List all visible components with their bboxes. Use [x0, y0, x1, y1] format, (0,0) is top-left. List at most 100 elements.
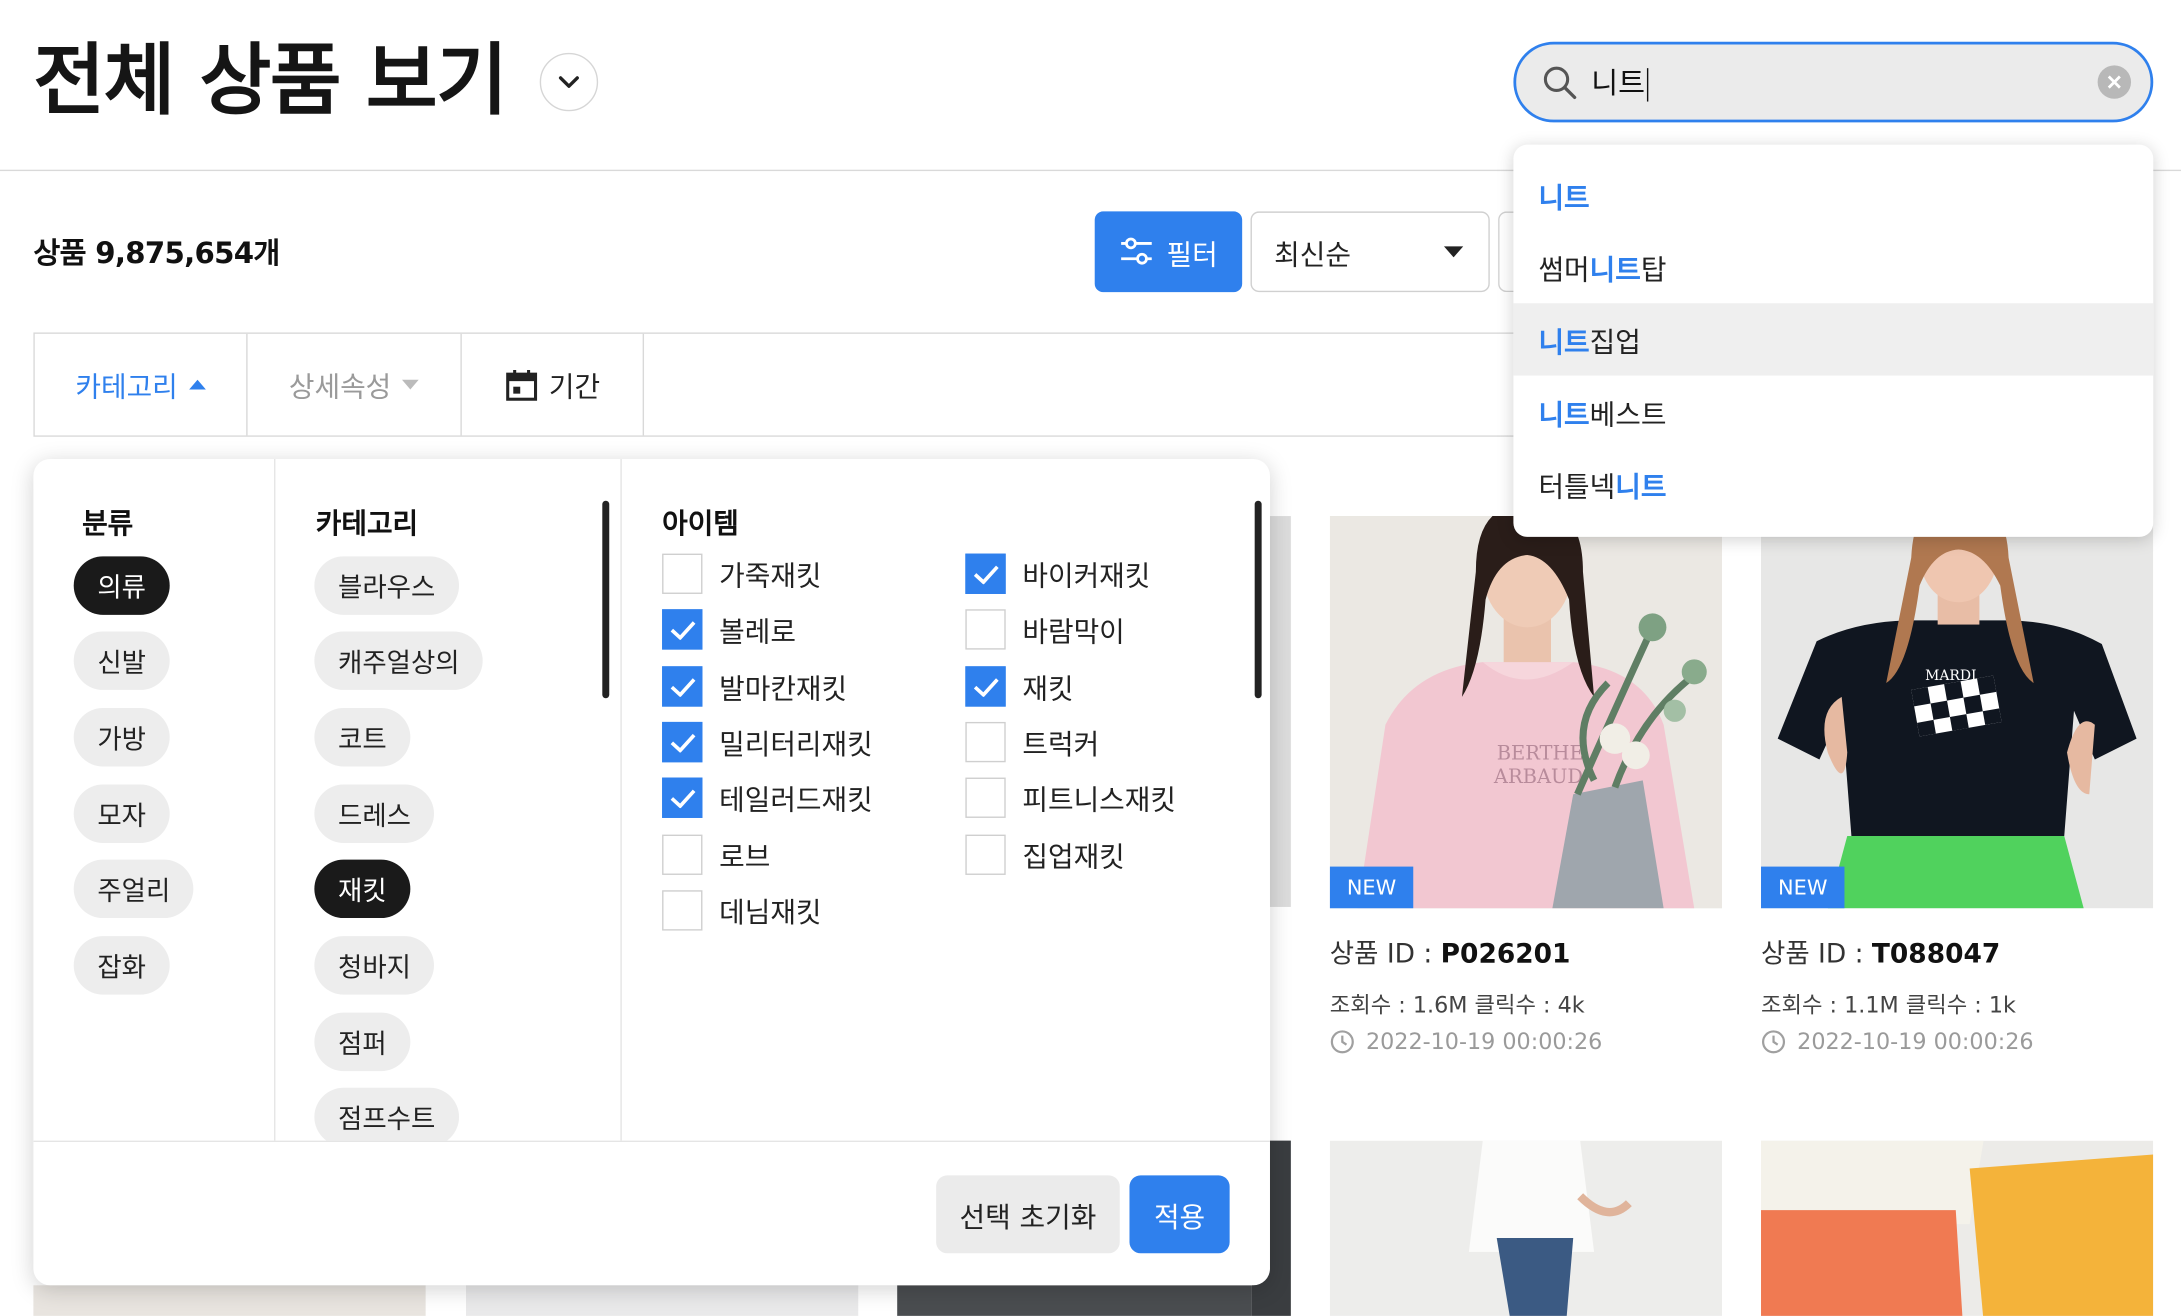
- category-chip[interactable]: 블라우스: [314, 556, 459, 615]
- checkbox-box-checked[interactable]: [662, 666, 703, 707]
- suggestion-item[interactable]: 터틀넥 니트: [1513, 448, 2153, 520]
- class-chip-hats[interactable]: 모자: [73, 784, 170, 843]
- class-chip-jewelry[interactable]: 주얼리: [73, 859, 194, 919]
- category-chip[interactable]: 점프수트: [314, 1087, 459, 1141]
- filter-tabs: 카테고리 상세속성 기간: [33, 332, 1606, 437]
- class-chip-misc[interactable]: 잡화: [73, 936, 170, 995]
- item-label: 집업재킷: [1022, 840, 1125, 874]
- suggestion-item[interactable]: 니트 베스트: [1513, 376, 2153, 448]
- item-checkbox[interactable]: 트럭커: [965, 721, 1100, 763]
- tab-detail-label: 상세속성: [288, 370, 392, 404]
- search-icon: [1543, 66, 1577, 100]
- reset-selection-button[interactable]: 선택 초기화: [936, 1175, 1120, 1254]
- item-label: 트럭커: [1022, 727, 1100, 761]
- filter-button-label: 필터: [1166, 237, 1218, 271]
- checkbox-box[interactable]: [965, 609, 1006, 650]
- category-chip[interactable]: 점퍼: [314, 1012, 411, 1072]
- tab-category[interactable]: 카테고리: [35, 333, 248, 436]
- tab-detail-attributes[interactable]: 상세속성: [248, 333, 462, 436]
- category-scrollbar[interactable]: [602, 500, 610, 699]
- product-image-partial: [897, 1285, 1252, 1316]
- category-chip[interactable]: 코트: [314, 708, 411, 767]
- class-chip-shoes[interactable]: 신발: [73, 631, 170, 690]
- product-image-partial: [465, 1285, 859, 1316]
- item-checkbox[interactable]: 데님재킷: [662, 890, 822, 931]
- sort-select[interactable]: 최신순: [1250, 211, 1490, 293]
- checkbox-box-checked[interactable]: [662, 609, 703, 650]
- checkbox-box-checked[interactable]: [662, 777, 703, 818]
- product-id: 상품 ID : P026201: [1329, 938, 1571, 970]
- close-icon: [2107, 75, 2121, 89]
- apply-button[interactable]: 적용: [1129, 1175, 1230, 1254]
- item-checkbox[interactable]: 로브: [662, 834, 770, 875]
- checkbox-box-checked[interactable]: [662, 721, 703, 763]
- item-checkbox[interactable]: 집업재킷: [965, 834, 1125, 875]
- product-card[interactable]: BERTHE ARBAUD NEW 상품 ID : P026201 조회수 : …: [1329, 516, 1723, 1072]
- product-count: 상품 9,875,654개: [33, 236, 280, 270]
- check-icon: [973, 677, 998, 697]
- product-image: MARDI NEW: [1761, 516, 2154, 909]
- item-checkbox[interactable]: 재킷: [965, 666, 1074, 707]
- tab-period[interactable]: 기간: [462, 333, 645, 436]
- item-checkbox[interactable]: 가죽재킷: [662, 553, 822, 594]
- new-badge: NEW: [1329, 866, 1414, 909]
- item-checkbox[interactable]: 테일러드재킷: [662, 777, 873, 818]
- checkbox-box[interactable]: [965, 721, 1006, 763]
- category-chip[interactable]: 캐주얼상의: [314, 631, 484, 690]
- check-icon: [669, 788, 695, 808]
- product-card[interactable]: MARDI NEW 상품 ID : T088047 조회수 : 1.1M 클릭수…: [1761, 516, 2154, 1072]
- item-checkbox[interactable]: 피트니스재킷: [965, 777, 1176, 818]
- tab-category-label: 카테고리: [75, 370, 178, 404]
- item-label: 피트니스재킷: [1022, 783, 1176, 817]
- item-label: 밀리터리재킷: [719, 727, 873, 761]
- product-image[interactable]: [1761, 1140, 2154, 1316]
- item-label: 테일러드재킷: [719, 783, 873, 817]
- category-filter-panel: 분류 의류 신발 가방 모자 주얼리 잡화 카테고리 블라우스 캐주얼상의 코트…: [33, 459, 1270, 1286]
- clear-search-button[interactable]: [2097, 65, 2132, 99]
- item-checkbox[interactable]: 볼레로: [662, 609, 796, 650]
- category-column: 카테고리 블라우스 캐주얼상의 코트 드레스 재킷 청바지 점퍼 점프수트: [275, 459, 622, 1141]
- caret-down-icon: [1443, 246, 1464, 258]
- product-image[interactable]: [1329, 1140, 1723, 1316]
- checkbox-box[interactable]: [965, 834, 1006, 875]
- checkbox-box-checked[interactable]: [965, 666, 1006, 707]
- category-chip-selected[interactable]: 재킷: [314, 859, 411, 919]
- item-scrollbar[interactable]: [1254, 500, 1262, 699]
- clock-icon: [1330, 1029, 1354, 1053]
- item-label: 재킷: [1022, 671, 1074, 706]
- svg-text:BERTHE: BERTHE: [1497, 741, 1584, 764]
- item-heading: 아이템: [662, 506, 739, 540]
- checkbox-box[interactable]: [662, 890, 703, 931]
- category-heading: 카테고리: [315, 506, 419, 540]
- suggestion-item[interactable]: 썸머 니트 탑: [1513, 231, 2153, 303]
- caret-down-icon: [402, 379, 420, 390]
- item-checkbox[interactable]: 바이커재킷: [965, 553, 1151, 594]
- filter-panel-footer: 선택 초기화 적용: [33, 1140, 1270, 1286]
- checkbox-box[interactable]: [662, 553, 703, 594]
- tab-period-label: 기간: [548, 370, 601, 404]
- title-dropdown-button[interactable]: [539, 52, 599, 112]
- filter-button[interactable]: 필터: [1094, 211, 1243, 293]
- product-image: BERTHE ARBAUD NEW: [1329, 516, 1723, 909]
- category-chip[interactable]: 청바지: [314, 936, 435, 995]
- item-checkbox[interactable]: 밀리터리재킷: [662, 721, 873, 763]
- checkbox-box[interactable]: [662, 834, 703, 875]
- class-chip-bags[interactable]: 가방: [73, 708, 170, 767]
- product-date: 2022-10-19 00:00:26: [1761, 1028, 2034, 1054]
- search-box[interactable]: 니트: [1513, 41, 2154, 123]
- search-suggestions: 니트 썸머 니트 탑 니트 집업 니트 베스트 터틀넥 니트: [1513, 144, 2154, 537]
- product-image-partial: [33, 1285, 426, 1316]
- category-chip[interactable]: 드레스: [314, 784, 435, 843]
- item-checkbox[interactable]: 발마칸재킷: [662, 666, 847, 707]
- class-chip-clothing[interactable]: 의류: [73, 556, 170, 615]
- search-input[interactable]: 니트: [1591, 61, 2097, 103]
- product-date: 2022-10-19 00:00:26: [1330, 1028, 1602, 1054]
- checkbox-box-checked[interactable]: [965, 553, 1006, 594]
- item-checkbox[interactable]: 바람막이: [965, 609, 1125, 650]
- item-label: 바이커재킷: [1022, 559, 1151, 593]
- checkbox-box[interactable]: [965, 777, 1006, 818]
- suggestion-item-highlighted[interactable]: 니트 집업: [1513, 303, 2154, 376]
- suggestion-item[interactable]: 니트: [1513, 159, 2153, 231]
- item-label: 바람막이: [1022, 614, 1125, 649]
- sort-select-value: 최신순: [1274, 237, 1351, 271]
